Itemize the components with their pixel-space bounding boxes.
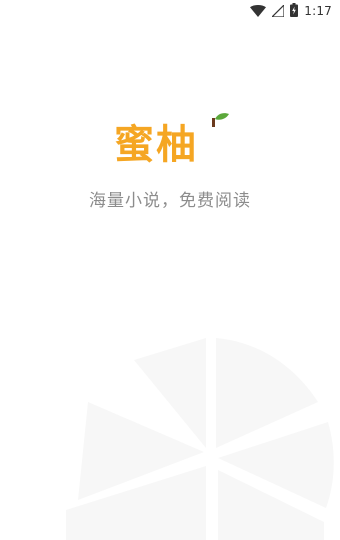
battery-charging-icon [290, 2, 299, 21]
cellular-signal-icon [270, 2, 285, 21]
app-logo: 蜜柚 [114, 112, 230, 172]
leaf-icon [210, 112, 230, 134]
logo-text: 蜜柚 [114, 122, 198, 168]
status-icons: 1:17 [250, 2, 332, 21]
status-bar: 1:17 [0, 0, 340, 22]
splash-screen: 1:17 蜜柚 海量小说，免费阅读 [0, 0, 340, 540]
status-time: 1:17 [304, 4, 332, 18]
wifi-icon [250, 2, 267, 21]
slogan-text: 海量小说，免费阅读 [89, 191, 251, 211]
watermark-logo-icon [56, 330, 340, 540]
